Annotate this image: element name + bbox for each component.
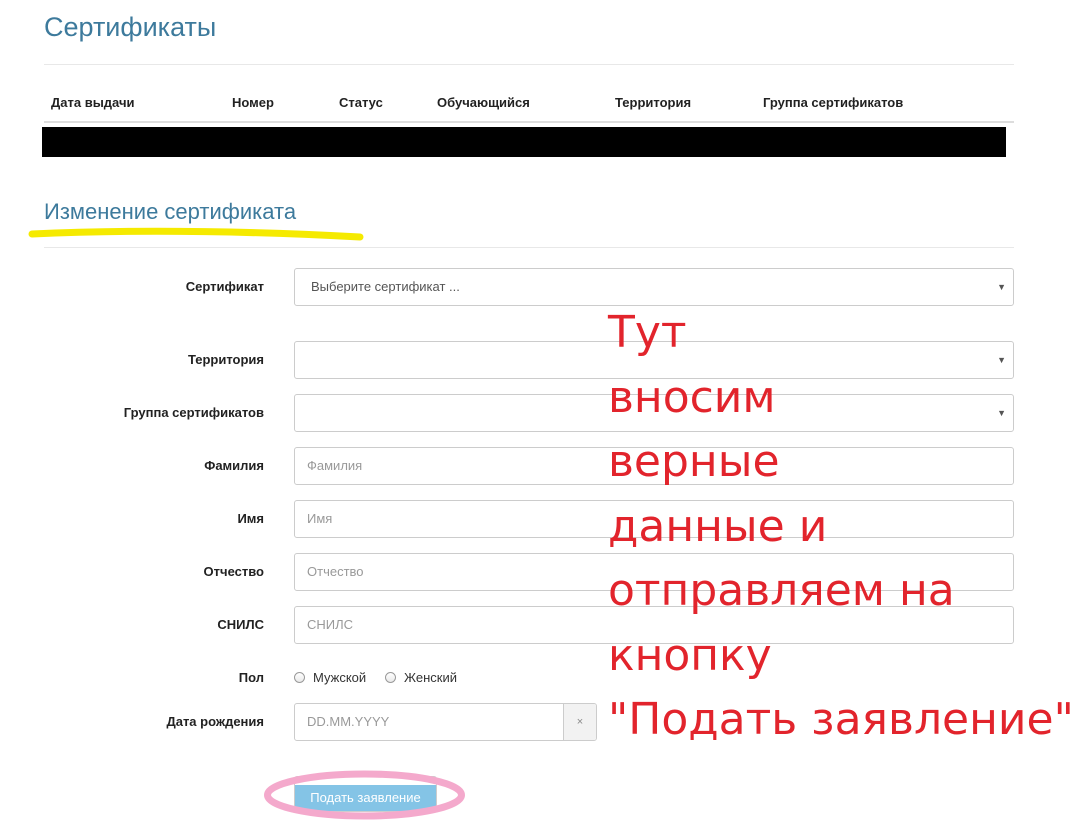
highlighter-underline xyxy=(28,227,364,241)
certificate-label: Сертификат xyxy=(185,279,264,294)
patronymic-placeholder: Отчество xyxy=(307,564,364,579)
annotation-line: "Подать заявление" xyxy=(608,694,1074,745)
gender-male-label[interactable]: Мужской xyxy=(313,670,366,686)
gender-male-radio[interactable] xyxy=(294,672,305,683)
last-name-label: Фамилия xyxy=(204,458,264,473)
caret-down-icon: ▼ xyxy=(997,282,1006,292)
annotation-line: Тут xyxy=(608,307,687,358)
gender-female-label[interactable]: Женский xyxy=(404,670,457,686)
clear-date-icon[interactable]: × xyxy=(563,704,596,740)
annotation-line: данные и xyxy=(608,500,828,552)
column-header-number[interactable]: Номер xyxy=(232,95,274,111)
snils-placeholder: СНИЛС xyxy=(307,617,354,632)
divider xyxy=(44,64,1014,65)
certificate-group-label: Группа сертификатов xyxy=(123,405,264,420)
annotation-line: кнопку xyxy=(608,629,772,681)
annotation-text: Тут вносим верные данные и отправляем на… xyxy=(608,301,1074,753)
birth-date-input[interactable]: DD.MM.YYYY × xyxy=(294,703,597,741)
certificate-select-value: Выберите сертификат ... xyxy=(311,279,460,294)
column-header-territory[interactable]: Территория xyxy=(615,95,691,111)
divider xyxy=(44,247,1014,248)
highlight-circle xyxy=(264,770,465,820)
annotation-line: верные xyxy=(608,436,780,487)
birth-date-label: Дата рождения xyxy=(166,714,264,729)
redacted-table-row xyxy=(42,127,1006,157)
first-name-label: Имя xyxy=(237,511,264,526)
column-header-issue-date[interactable]: Дата выдачи xyxy=(51,95,135,111)
birth-date-placeholder: DD.MM.YYYY xyxy=(307,714,390,729)
patronymic-label: Отчество xyxy=(203,564,264,579)
section-title: Изменение сертификата xyxy=(44,199,297,224)
first-name-placeholder: Имя xyxy=(307,511,333,526)
column-header-status[interactable]: Статус xyxy=(339,95,383,111)
territory-label: Территория xyxy=(187,352,264,367)
page-title: Сертификаты xyxy=(44,12,217,42)
gender-female-radio[interactable] xyxy=(385,672,396,683)
column-header-certificate-group[interactable]: Группа сертификатов xyxy=(763,95,903,111)
last-name-placeholder: Фамилия xyxy=(307,458,363,473)
annotation-line: отправляем на xyxy=(608,565,955,616)
snils-label: СНИЛС xyxy=(217,617,264,632)
annotation-line: вносим xyxy=(608,371,776,423)
gender-label: Пол xyxy=(238,670,264,685)
table-header-border xyxy=(44,121,1014,123)
column-header-student[interactable]: Обучающийся xyxy=(437,95,530,111)
